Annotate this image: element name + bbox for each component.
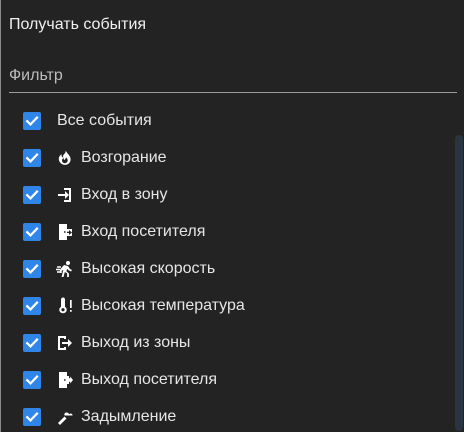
event-row-fire[interactable]: Возгорание [9, 138, 451, 175]
zone-entry-checkbox[interactable] [23, 186, 41, 204]
fire-icon [56, 149, 74, 167]
visitor-entry-checkbox[interactable] [23, 223, 41, 241]
event-label: Выход из зоны [81, 334, 191, 351]
filter-input[interactable] [9, 61, 457, 91]
high-temperature-checkbox[interactable] [23, 297, 41, 315]
smoke-icon [56, 408, 74, 426]
event-label: Вход в зону [81, 186, 168, 203]
event-row-high-speed[interactable]: Высокая скорость [9, 249, 451, 286]
all-events-checkbox[interactable] [23, 112, 41, 130]
event-row-zone-exit[interactable]: Выход из зоны [9, 323, 451, 360]
visitor-exit-checkbox[interactable] [23, 371, 41, 389]
running-person-icon [56, 260, 74, 278]
thermometer-alert-icon [56, 297, 74, 315]
event-label: Задымление [81, 408, 177, 425]
high-speed-checkbox[interactable] [23, 260, 41, 278]
logout-icon [56, 334, 74, 352]
event-row-all[interactable]: Все события [9, 101, 451, 138]
event-label: Высокая температура [81, 297, 245, 314]
event-label: Вход посетителя [81, 223, 206, 240]
filter-field[interactable] [9, 61, 457, 93]
event-row-visitor-exit[interactable]: Выход посетителя [9, 360, 451, 397]
event-row-high-temperature[interactable]: Высокая температура [9, 286, 451, 323]
door-enter-icon [56, 223, 74, 241]
smoke-checkbox[interactable] [23, 408, 41, 426]
fire-checkbox[interactable] [23, 149, 41, 167]
event-selection-panel: Получать события Все события Возгорание [0, 0, 464, 432]
event-list: Все события Возгорание Вход в зону Вход … [9, 101, 451, 432]
door-exit-icon [56, 371, 74, 389]
event-row-visitor-entry[interactable]: Вход посетителя [9, 212, 451, 249]
list-scrollbar[interactable] [455, 135, 463, 431]
event-label: Выход посетителя [81, 371, 218, 388]
login-icon [56, 186, 74, 204]
event-row-zone-entry[interactable]: Вход в зону [9, 175, 451, 212]
event-row-smoke[interactable]: Задымление [9, 397, 451, 432]
event-label: Высокая скорость [81, 260, 216, 277]
event-label: Все события [57, 112, 152, 129]
zone-exit-checkbox[interactable] [23, 334, 41, 352]
panel-title: Получать события [9, 16, 147, 33]
event-label: Возгорание [81, 149, 167, 166]
